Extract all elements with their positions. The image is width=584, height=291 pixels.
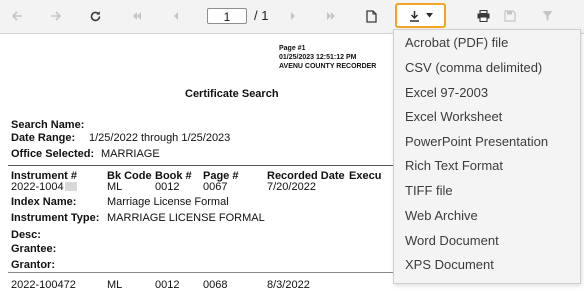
record-bk-code: ML xyxy=(107,279,123,291)
menu-item-csv[interactable]: CSV (comma delimited) xyxy=(394,56,580,80)
save-icon[interactable] xyxy=(498,5,522,27)
office-selected-value: MARRIAGE xyxy=(101,148,160,160)
menu-item-word-document[interactable]: Word Document xyxy=(394,229,580,253)
record-recorded-date: 7/20/2022 xyxy=(267,181,316,193)
grantor-label: Grantor: xyxy=(11,259,55,271)
download-icon xyxy=(409,10,420,22)
header-divider xyxy=(8,165,393,166)
next-page-icon[interactable] xyxy=(281,5,305,27)
date-range-label: Date Range: xyxy=(11,132,76,144)
record-book: 0012 xyxy=(155,181,180,193)
record-page: 0068 xyxy=(203,279,228,291)
record-page: 0067 xyxy=(203,181,228,193)
column-header-executed: Execu xyxy=(349,170,382,182)
redacted-block xyxy=(64,182,77,191)
instrument-type-value: MARRIAGE LICENSE FORMAL xyxy=(107,212,265,224)
previous-page-icon[interactable] xyxy=(164,5,188,27)
office-name: AVENU COUNTY RECORDER xyxy=(279,63,377,70)
report-title: Certificate Search xyxy=(185,88,279,100)
menu-item-tiff[interactable]: TIFF file xyxy=(394,179,580,203)
office-selected-label: Office Selected: xyxy=(11,148,95,160)
page-icon[interactable] xyxy=(359,5,383,27)
search-name-label: Search Name: xyxy=(11,119,85,131)
print-icon[interactable] xyxy=(471,5,495,27)
filter-icon[interactable] xyxy=(535,5,559,27)
index-name-value: Marriage License Formal xyxy=(107,196,229,208)
record-instrument-number: 2022-100472 xyxy=(11,279,76,291)
date-range-value: 1/25/2022 through 1/25/2023 xyxy=(89,132,231,144)
grantee-label: Grantee: xyxy=(11,243,57,255)
caret-down-icon xyxy=(425,13,433,18)
export-format-menu: Acrobat (PDF) file CSV (comma delimited)… xyxy=(393,29,581,284)
menu-item-xps-document[interactable]: XPS Document xyxy=(394,253,580,277)
menu-item-powerpoint[interactable]: PowerPoint Presentation xyxy=(394,130,580,154)
menu-item-web-archive[interactable]: Web Archive xyxy=(394,204,580,228)
record-book: 0012 xyxy=(155,279,180,291)
refresh-icon[interactable] xyxy=(83,5,107,27)
menu-item-excel-97-2003[interactable]: Excel 97-2003 xyxy=(394,81,580,105)
record-instrument-number: 2022-1004 xyxy=(11,181,77,193)
first-page-icon[interactable] xyxy=(125,5,149,27)
page-number-text: Page #1 xyxy=(279,45,306,52)
last-page-icon[interactable] xyxy=(319,5,343,27)
desc-label: Desc: xyxy=(11,229,41,241)
arrow-left-icon[interactable] xyxy=(5,5,29,27)
menu-item-excel-worksheet[interactable]: Excel Worksheet xyxy=(394,105,580,129)
menu-item-rich-text-format[interactable]: Rich Text Format xyxy=(394,154,580,178)
menu-item-pdf[interactable]: Acrobat (PDF) file xyxy=(394,31,580,55)
page-total-label: / 1 xyxy=(254,8,269,23)
export-button[interactable] xyxy=(395,3,446,28)
page-number-input[interactable]: 1 xyxy=(207,8,247,24)
arrow-right-icon[interactable] xyxy=(44,5,68,27)
record-divider xyxy=(8,272,393,273)
record-bk-code: ML xyxy=(107,181,123,193)
record-recorded-date: 8/3/2022 xyxy=(267,279,310,291)
index-name-label: Index Name: xyxy=(11,196,77,208)
report-timestamp: 01/25/2023 12:51:12 PM xyxy=(279,54,357,61)
instrument-type-label: Instrument Type: xyxy=(11,212,100,224)
